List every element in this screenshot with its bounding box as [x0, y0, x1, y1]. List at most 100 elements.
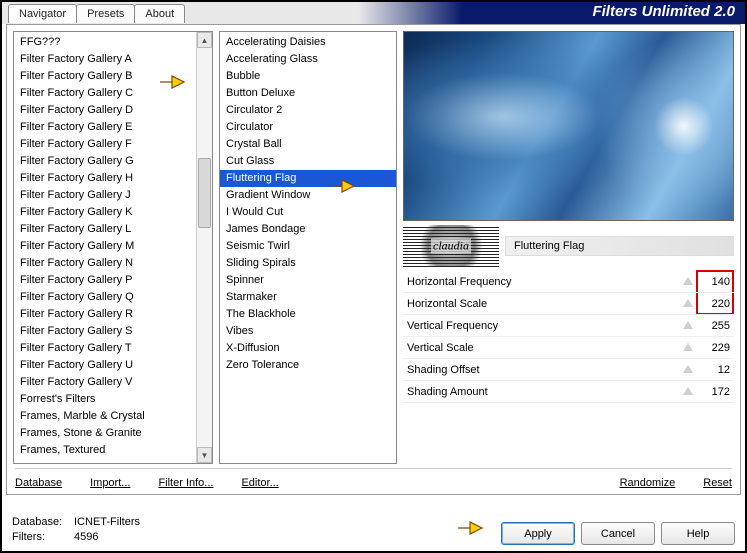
- category-item[interactable]: Filter Factory Gallery Q: [14, 289, 196, 306]
- status-area: Database:ICNET-Filters Filters:4596: [6, 515, 140, 545]
- category-item[interactable]: Filter Factory Gallery C: [14, 85, 196, 102]
- param-row: Horizontal Frequency 140: [403, 271, 734, 293]
- category-item[interactable]: Filter Factory Gallery M: [14, 238, 196, 255]
- param-row: Shading Amount 172: [403, 381, 734, 403]
- param-label: Vertical Frequency: [403, 320, 543, 332]
- filter-item[interactable]: Zero Tolerance: [220, 357, 396, 374]
- category-item[interactable]: Filter Factory Gallery P: [14, 272, 196, 289]
- category-scrollbar[interactable]: ▲ ▼: [196, 32, 212, 463]
- scroll-down-icon[interactable]: ▼: [197, 447, 212, 463]
- editor-link[interactable]: Editor...: [241, 477, 278, 489]
- title-bar: Navigator Presets About Filters Unlimite…: [2, 2, 745, 24]
- param-value: 172: [698, 386, 734, 398]
- scroll-up-icon[interactable]: ▲: [197, 32, 212, 48]
- category-item[interactable]: Filter Factory Gallery A: [14, 51, 196, 68]
- category-item[interactable]: Filter Factory Gallery R: [14, 306, 196, 323]
- filter-item[interactable]: Vibes: [220, 323, 396, 340]
- category-item[interactable]: Filter Factory Gallery U: [14, 357, 196, 374]
- parameter-list: Horizontal Frequency 140 Horizontal Scale 2…: [403, 271, 734, 464]
- scroll-thumb[interactable]: [198, 158, 211, 228]
- filter-item[interactable]: Circulator: [220, 119, 396, 136]
- category-item[interactable]: Filter Factory Gallery S: [14, 323, 196, 340]
- category-item[interactable]: Filter Factory Gallery K: [14, 204, 196, 221]
- randomize-link[interactable]: Randomize: [620, 477, 676, 489]
- category-item[interactable]: Frames, Marble & Crystal: [14, 408, 196, 425]
- status-filters-label: Filters:: [12, 530, 74, 545]
- category-item[interactable]: Filter Factory Gallery N: [14, 255, 196, 272]
- category-item[interactable]: Filter Factory Gallery F: [14, 136, 196, 153]
- filter-item[interactable]: Sliding Spirals: [220, 255, 396, 272]
- category-list[interactable]: FFG???Filter Factory Gallery AFilter Fac…: [13, 31, 213, 464]
- brand-logo: [403, 225, 499, 267]
- import-link[interactable]: Import...: [90, 477, 130, 489]
- filter-item[interactable]: Accelerating Daisies: [220, 34, 396, 51]
- category-item[interactable]: Filter Factory Gallery V: [14, 374, 196, 391]
- filter-item[interactable]: Fluttering Flag: [220, 170, 396, 187]
- param-slider[interactable]: [543, 362, 698, 378]
- filter-item[interactable]: Button Deluxe: [220, 85, 396, 102]
- category-item[interactable]: Filter Factory Gallery H: [14, 170, 196, 187]
- category-item[interactable]: Filter Factory Gallery B: [14, 68, 196, 85]
- help-button[interactable]: Help: [661, 522, 735, 545]
- param-value: 229: [698, 342, 734, 354]
- category-item[interactable]: Filter Factory Gallery E: [14, 119, 196, 136]
- param-label: Vertical Scale: [403, 342, 543, 354]
- reset-link[interactable]: Reset: [703, 477, 732, 489]
- filter-item[interactable]: Gradient Window: [220, 187, 396, 204]
- tab-strip: Navigator Presets About: [8, 4, 184, 23]
- filter-info-link[interactable]: Filter Info...: [158, 477, 213, 489]
- filter-item[interactable]: Bubble: [220, 68, 396, 85]
- tab-about[interactable]: About: [134, 4, 185, 23]
- param-slider[interactable]: [543, 340, 698, 356]
- current-filter-name: Fluttering Flag: [505, 236, 734, 256]
- param-value: 255: [698, 320, 734, 332]
- param-label: Shading Offset: [403, 364, 543, 376]
- filter-item[interactable]: Accelerating Glass: [220, 51, 396, 68]
- category-item[interactable]: Filter Factory Gallery T: [14, 340, 196, 357]
- param-label: Horizontal Scale: [403, 298, 543, 310]
- database-link[interactable]: Database: [15, 477, 62, 489]
- filter-item[interactable]: James Bondage: [220, 221, 396, 238]
- apply-button[interactable]: Apply: [501, 522, 575, 545]
- app-title: Filters Unlimited 2.0: [592, 3, 735, 20]
- tab-navigator[interactable]: Navigator: [8, 4, 77, 23]
- main-panel: FFG???Filter Factory Gallery AFilter Fac…: [6, 24, 741, 495]
- filter-item[interactable]: Crystal Ball: [220, 136, 396, 153]
- status-filters-value: 4596: [74, 531, 98, 543]
- category-item[interactable]: Filter Factory Gallery L: [14, 221, 196, 238]
- param-value: 220: [698, 298, 734, 310]
- filter-item[interactable]: Circulator 2: [220, 102, 396, 119]
- right-pane: Fluttering Flag Horizontal Frequency140H…: [403, 31, 734, 464]
- filter-item[interactable]: Starmaker: [220, 289, 396, 306]
- category-item[interactable]: Filter Factory Gallery G: [14, 153, 196, 170]
- filter-item[interactable]: Spinner: [220, 272, 396, 289]
- preview-image: [403, 31, 734, 221]
- category-item[interactable]: Frames, Stone & Granite: [14, 425, 196, 442]
- command-row: Database Import... Filter Info... Editor…: [15, 468, 732, 492]
- param-row: Vertical Scale 229: [403, 337, 734, 359]
- filter-item[interactable]: Seismic Twirl: [220, 238, 396, 255]
- category-item[interactable]: FFG???: [14, 34, 196, 51]
- param-label: Shading Amount: [403, 386, 543, 398]
- filter-item[interactable]: I Would Cut: [220, 204, 396, 221]
- param-row: Shading Offset 12: [403, 359, 734, 381]
- category-item[interactable]: Filter Factory Gallery J: [14, 187, 196, 204]
- category-item[interactable]: Forrest's Filters: [14, 391, 196, 408]
- param-label: Horizontal Frequency: [403, 276, 543, 288]
- param-slider[interactable]: [543, 318, 698, 334]
- param-value: 12: [698, 364, 734, 376]
- param-slider[interactable]: [543, 274, 698, 290]
- param-row: Horizontal Scale 220: [403, 293, 734, 315]
- tab-presets[interactable]: Presets: [76, 4, 135, 23]
- filter-item[interactable]: The Blackhole: [220, 306, 396, 323]
- filter-item[interactable]: X-Diffusion: [220, 340, 396, 357]
- filter-list[interactable]: Accelerating DaisiesAccelerating GlassBu…: [219, 31, 397, 464]
- category-item[interactable]: Frames, Textured: [14, 442, 196, 459]
- param-slider[interactable]: [543, 296, 698, 312]
- category-item[interactable]: Filter Factory Gallery D: [14, 102, 196, 119]
- param-slider[interactable]: [543, 384, 698, 400]
- filter-item[interactable]: Cut Glass: [220, 153, 396, 170]
- cancel-button[interactable]: Cancel: [581, 522, 655, 545]
- status-db-label: Database:: [12, 515, 74, 530]
- param-value: 140: [698, 276, 734, 288]
